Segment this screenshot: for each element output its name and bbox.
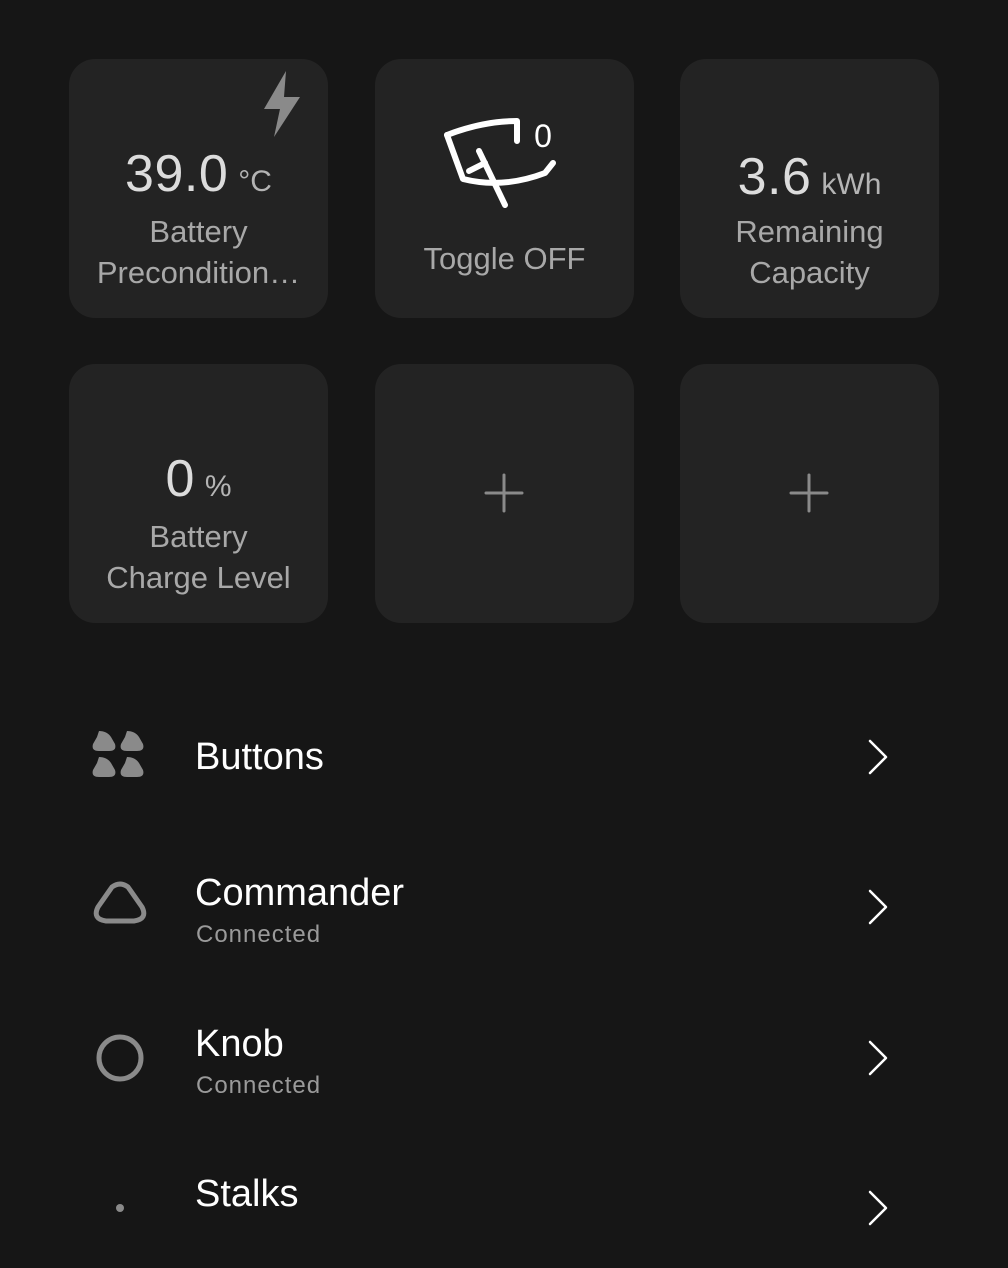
- list-item-knob[interactable]: Knob Connected: [0, 998, 1008, 1118]
- list-item-title: Stalks: [195, 1173, 299, 1215]
- charge-metric: 0%: [69, 449, 328, 509]
- list-item-title: Commander: [195, 872, 405, 914]
- list-item-status: Connected: [196, 921, 322, 948]
- charge-label: Battery Charge Level: [79, 516, 318, 598]
- chevron-right-icon: [868, 739, 888, 775]
- remaining-capacity-tile[interactable]: 3.6 kWh Remaining Capacity: [680, 59, 939, 318]
- buttons-icon: [92, 731, 144, 777]
- plus-icon: [789, 473, 829, 513]
- precondition-label-line2: Precondition…: [96, 255, 301, 290]
- plus-icon: [484, 473, 524, 513]
- precondition-label-line1: Battery: [149, 214, 248, 249]
- commander-icon: [93, 881, 147, 924]
- windshield-wiper-icon: 0: [444, 118, 556, 208]
- list-item-status: Connected: [196, 1072, 322, 1099]
- wiper-speed-badge: 0: [534, 118, 552, 154]
- chevron-right-icon: [868, 1040, 888, 1076]
- precondition-label: Battery Precondition…: [79, 211, 318, 293]
- capacity-label-line1: Remaining: [735, 214, 884, 249]
- capacity-metric: 3.6 kWh: [680, 147, 939, 207]
- battery-precondition-tile[interactable]: 39.0 °C Battery Precondition…: [69, 59, 328, 318]
- bolt-icon: [264, 71, 300, 137]
- list-item-commander[interactable]: Commander Connected: [0, 847, 1008, 967]
- capacity-unit: kWh: [821, 168, 882, 201]
- precondition-value: 39.0: [125, 145, 229, 203]
- list-item-buttons[interactable]: Buttons: [0, 697, 1008, 817]
- capacity-label-line2: Capacity: [749, 255, 870, 290]
- list-item-title: Knob: [195, 1023, 284, 1065]
- charge-label-line2: Charge Level: [106, 560, 291, 595]
- stalks-icon: [116, 1204, 124, 1212]
- list-item-stalks[interactable]: Stalks: [0, 1148, 1008, 1268]
- wiper-toggle-tile[interactable]: 0 Toggle OFF: [375, 59, 634, 318]
- wiper-toggle-label: Toggle OFF: [423, 241, 586, 276]
- chevron-right-icon: [868, 1190, 888, 1226]
- knob-icon: [96, 1034, 144, 1082]
- precondition-unit: °C: [238, 165, 272, 198]
- add-widget-tile[interactable]: [680, 364, 939, 623]
- capacity-value: 3.6: [737, 148, 812, 206]
- list-item-title: Buttons: [195, 736, 324, 778]
- capacity-label: Remaining Capacity: [690, 211, 929, 293]
- charge-unit: %: [204, 470, 232, 503]
- chevron-right-icon: [868, 889, 888, 925]
- charge-value: 0: [165, 450, 195, 508]
- precondition-metric: 39.0 °C: [69, 144, 328, 204]
- battery-charge-tile[interactable]: 0% Battery Charge Level: [69, 364, 328, 623]
- charge-label-line1: Battery: [149, 519, 248, 554]
- add-widget-tile[interactable]: [375, 364, 634, 623]
